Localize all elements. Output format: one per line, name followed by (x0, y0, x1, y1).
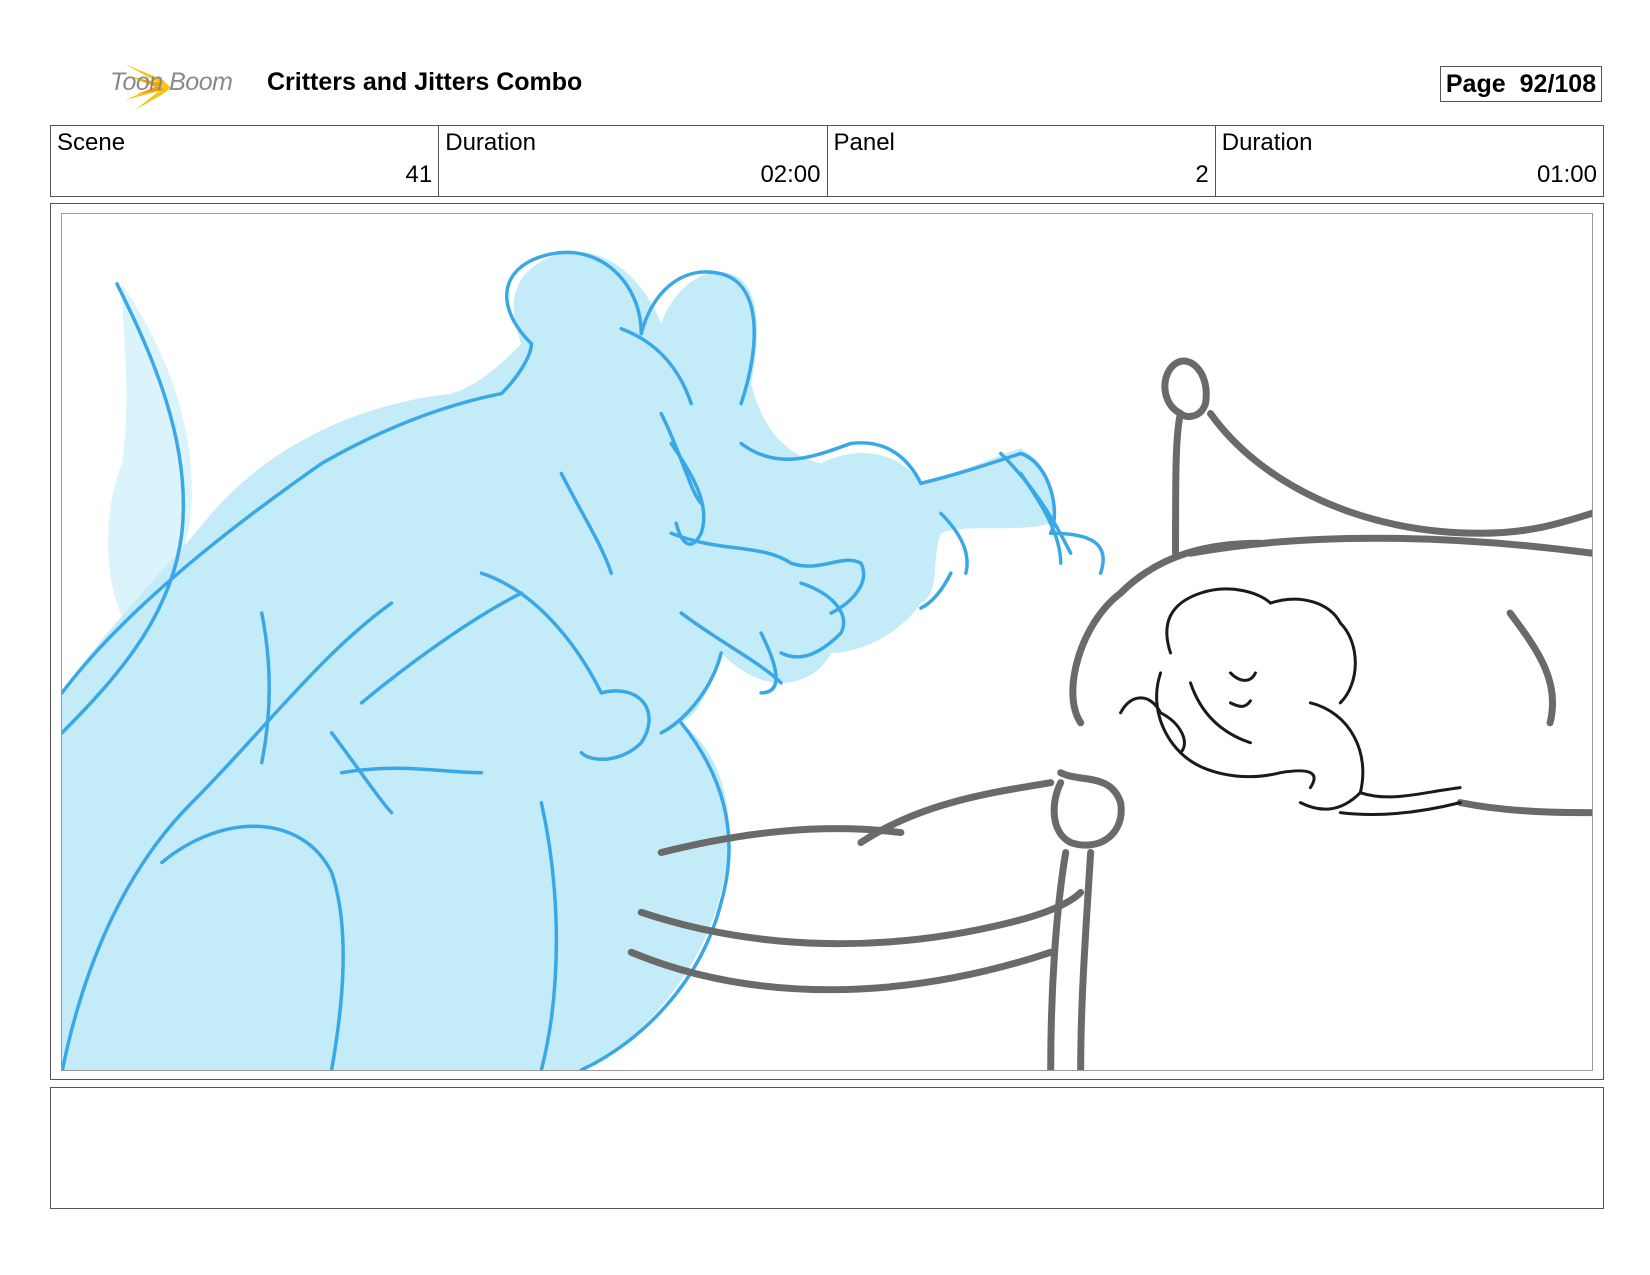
scene-cell: Scene 41 (51, 126, 440, 196)
scene-duration-label: Duration (445, 129, 536, 156)
scene-duration-value: 02:00 (760, 161, 821, 188)
panel-cell: Panel 2 (828, 126, 1216, 196)
panel-duration-cell: Duration 01:00 (1216, 126, 1603, 196)
project-title: Critters and Jitters Combo (267, 68, 583, 96)
page-label: Page (1445, 69, 1506, 98)
panel-label: Panel (833, 129, 895, 156)
storyboard-panel (50, 203, 1604, 1080)
panel-value: 2 (1195, 161, 1209, 188)
scene-value: 41 (405, 161, 433, 188)
page-number: 92/108 (1519, 69, 1597, 98)
panel-sketch-image (62, 250, 1592, 1070)
scene-duration-cell: Duration 02:00 (439, 126, 828, 196)
scene-info-table: Scene 41 Duration 02:00 Panel 2 Duration… (50, 125, 1604, 197)
page-indicator: Page 92/108 (1440, 66, 1602, 102)
scene-label: Scene (57, 129, 126, 156)
child-sketch (1119, 587, 1462, 817)
ghost-rat-sketch (62, 250, 1105, 1070)
panel-notes-box (50, 1087, 1604, 1209)
panel-duration-label: Duration (1221, 129, 1313, 156)
panel-duration-value: 01:00 (1536, 161, 1597, 188)
logo-text: Toon Boom (110, 68, 233, 96)
panel-drawing-area (61, 213, 1593, 1071)
